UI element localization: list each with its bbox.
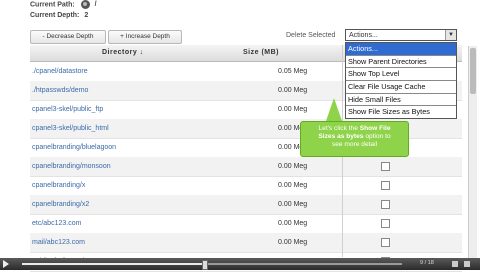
actions-select-value: Actions...	[349, 32, 378, 39]
chevron-down-icon[interactable]: ▼	[445, 30, 456, 40]
size-value: 0.00 Meg	[278, 182, 308, 189]
row-checkbox[interactable]	[381, 162, 390, 171]
seek-progress	[22, 263, 205, 265]
seek-handle[interactable]	[202, 260, 209, 270]
video-player-bar: 9 / 18	[0, 258, 480, 270]
size-value: 0.00 Meg	[278, 87, 308, 94]
directory-link[interactable]: etc/abc123.com	[32, 220, 81, 227]
tooltip-pointer	[326, 98, 342, 121]
directory-link[interactable]: cpanelbranding/monsoon	[32, 163, 111, 170]
size-value: 0.00 Meg	[278, 106, 308, 113]
increase-depth-button[interactable]: + Increase Depth	[108, 30, 182, 44]
table-row: cpanelbranding/monsoon 0.00 Meg	[30, 157, 462, 177]
directory-link[interactable]: cpanelbranding/x2	[32, 201, 89, 208]
directory-link[interactable]: ./htpasswds/demo	[32, 87, 88, 94]
dropdown-item[interactable]: Hide Small Files	[346, 94, 456, 107]
vertical-scrollbar[interactable]	[468, 46, 477, 258]
row-checkbox[interactable]	[381, 219, 390, 228]
size-value: 0.05 Meg	[278, 68, 308, 75]
row-checkbox[interactable]	[381, 200, 390, 209]
current-path-value: /	[94, 1, 97, 9]
table-row: mail/abc123.com 0.00 Meg	[30, 233, 462, 253]
tooltip-text-2: option to	[365, 133, 391, 140]
directory-link[interactable]: cpanel3-skel/public_html	[32, 125, 109, 132]
dropdown-item[interactable]: Actions...	[346, 43, 456, 56]
table-row: cpanelbranding/x2 0.00 Meg	[30, 195, 462, 215]
volume-icon[interactable]	[452, 261, 458, 267]
decrease-depth-button[interactable]: - Decrease Depth	[30, 30, 106, 44]
table-row: etc/abc123.com 0.00 Meg	[30, 214, 462, 234]
directory-link[interactable]: cpanelbranding/x	[32, 182, 85, 189]
size-value: 0.00 Meg	[278, 163, 308, 170]
current-depth: Current Depth: 2	[30, 12, 88, 19]
size-value: 0.00 Meg	[278, 220, 308, 227]
dropdown-item[interactable]: Show Parent Directories	[346, 56, 456, 69]
row-checkbox[interactable]	[381, 238, 390, 247]
size-value: 0.00 Meg	[278, 201, 308, 208]
current-path: Current Path: /	[30, 0, 97, 9]
size-value: 0.00 Meg	[278, 239, 308, 246]
tooltip-bold-2: Sizes as bytes	[318, 133, 364, 140]
directory-link[interactable]: mail/abc123.com	[32, 239, 85, 246]
current-path-label: Current Path:	[30, 1, 75, 9]
fullscreen-icon[interactable]	[464, 261, 470, 267]
dropdown-item[interactable]: Show File Sizes as Bytes	[346, 106, 456, 118]
scrollbar-thumb[interactable]	[470, 48, 476, 94]
directory-link[interactable]: cpanelbranding/bluelagoon	[32, 144, 116, 151]
dropdown-item[interactable]: Clear File Usage Cache	[346, 81, 456, 94]
time-readout: 9 / 18	[420, 260, 434, 266]
column-header-directory[interactable]: Directory ↓	[102, 49, 144, 56]
column-header-size[interactable]: Size (MB)	[243, 49, 279, 56]
current-depth-value: 2	[84, 12, 89, 19]
directory-link[interactable]: cpanel3-skel/public_ftp	[32, 106, 103, 113]
directory-link[interactable]: ./cpanel/datastore	[32, 68, 88, 75]
dropdown-item[interactable]: Show Top Level	[346, 68, 456, 82]
tutorial-tooltip: Let's click the Show File Sizes as bytes…	[300, 121, 409, 157]
delete-selected-link[interactable]: Delete Selected	[286, 32, 335, 39]
tooltip-bold-1: Show File	[359, 125, 391, 132]
actions-dropdown-menu: Actions... Show Parent Directories Show To…	[345, 42, 457, 120]
table-row: cpanelbranding/x 0.00 Meg	[30, 176, 462, 196]
tooltip-text-1: Let's click the	[318, 125, 358, 132]
tooltip-text-3: see more detail	[331, 141, 378, 148]
play-icon[interactable]	[3, 260, 9, 268]
current-depth-label: Current Depth:	[30, 12, 80, 19]
row-checkbox[interactable]	[381, 181, 390, 190]
globe-icon	[80, 0, 90, 9]
actions-select[interactable]: Actions... ▼	[345, 29, 457, 41]
